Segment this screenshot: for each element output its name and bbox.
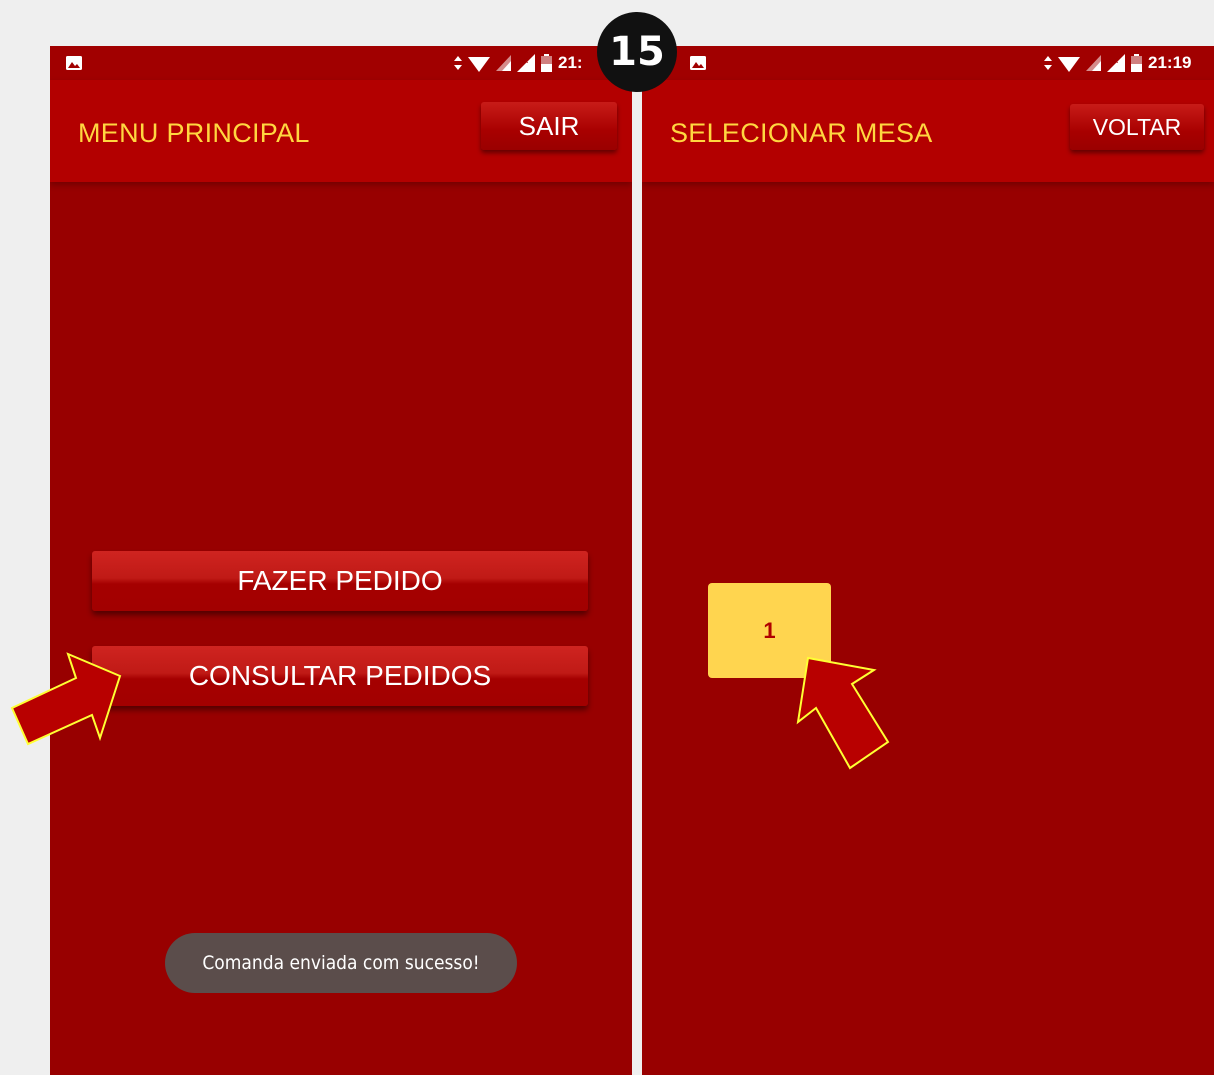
no-signal-icon: x xyxy=(1107,54,1125,72)
screen-divider xyxy=(632,46,642,1075)
wifi-icon xyxy=(468,56,490,72)
no-signal-icon: x xyxy=(517,54,535,72)
status-icons: x 21: xyxy=(454,52,583,74)
page-title: MENU PRINCIPAL xyxy=(78,118,310,148)
page-title: SELECIONAR MESA xyxy=(670,118,933,148)
data-arrows-icon xyxy=(454,56,462,70)
gallery-icon xyxy=(690,56,706,70)
pointer-arrow-icon xyxy=(796,656,890,770)
fazer-pedido-button[interactable]: FAZER PEDIDO xyxy=(92,551,588,611)
signal-icon xyxy=(1086,55,1101,71)
consultar-pedidos-button[interactable]: CONSULTAR PEDIDOS xyxy=(92,646,588,706)
status-time: 21: xyxy=(558,53,583,72)
svg-text:x: x xyxy=(1113,56,1119,66)
status-bar: x 21:19 xyxy=(642,46,1214,80)
status-icons: x 21:19 xyxy=(1044,52,1191,74)
status-bar: x 21: xyxy=(50,46,632,80)
exit-button[interactable]: SAIR xyxy=(481,102,617,150)
step-number-badge: 15 xyxy=(597,12,677,92)
data-arrows-icon xyxy=(1044,56,1052,70)
back-button[interactable]: VOLTAR xyxy=(1070,104,1204,150)
battery-icon xyxy=(1131,54,1142,72)
status-time: 21:19 xyxy=(1148,53,1192,72)
signal-icon xyxy=(496,55,511,71)
gallery-icon xyxy=(66,56,82,70)
selecionar-mesa-screen: x 21:19 SELECIONAR MESA VOLTAR 1 xyxy=(642,46,1214,1075)
svg-text:x: x xyxy=(523,56,529,66)
wifi-icon xyxy=(1058,56,1080,72)
toast-message: Comanda enviada com sucesso! xyxy=(165,933,517,993)
menu-principal-screen: x 21: MENU PRINCIPAL SAIR FAZER PEDIDO C… xyxy=(50,46,632,1075)
app-bar: MENU PRINCIPAL SAIR xyxy=(50,80,632,182)
battery-icon xyxy=(541,54,552,72)
app-bar: SELECIONAR MESA VOLTAR xyxy=(642,80,1214,182)
pointer-arrow-icon xyxy=(10,652,122,746)
